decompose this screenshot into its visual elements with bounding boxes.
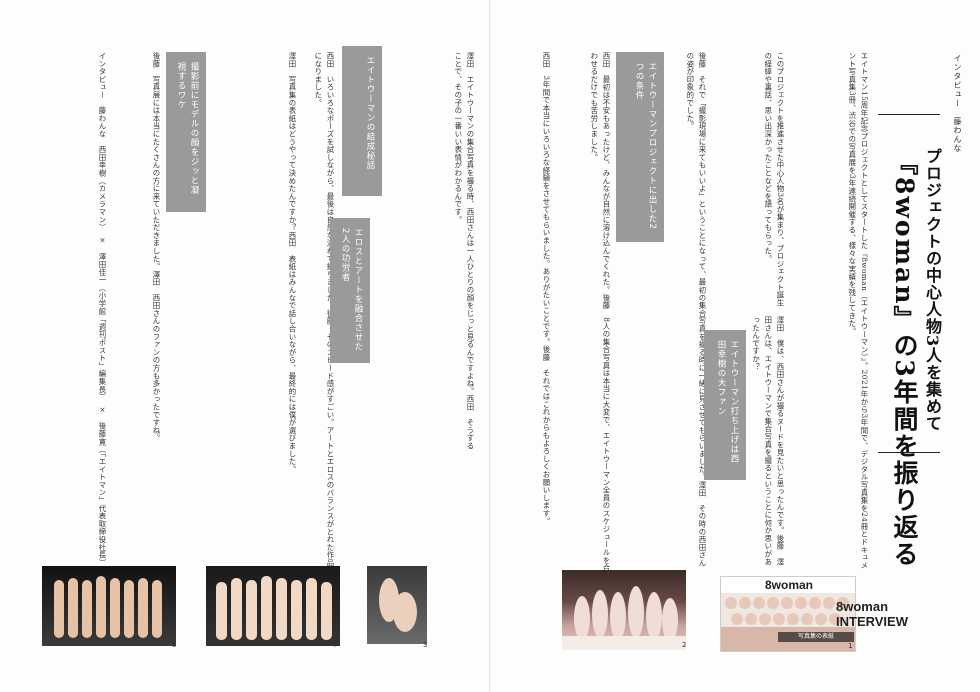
brand-mark: 8woman INTERVIEW [836,599,908,629]
section-heading-box: エロスとアートを融合させた2人の功労者 [330,218,370,363]
section-heading-box: エイトウーマン打ち上げは西田幸樹の大ファン [704,330,746,480]
cover-caption: 写真集の表紙 [778,632,854,642]
photo-group-3 [367,566,427,644]
text-column: インタビュー 藤わんな 西田幸樹（カメラマン） × 澤田佳一（小学館「週刊ポスト… [98,52,107,567]
photo-number: 2 [682,641,687,649]
headline-title: 『8woman』の3年間を振り返る [890,150,919,568]
text-column: エイトマン15周年記念プロジェクトとしてスタートした『8woman（エイトウーマ… [847,52,869,570]
title-rule-bottom [878,452,940,453]
interview-label: インタビュー 藤わんな [953,54,962,153]
page-gutter [489,0,491,692]
cover-title: 8woman [765,578,814,592]
photo-3-illustration [379,578,417,632]
brand-line-1: 8woman [836,599,889,614]
magazine-spread: インタビュー 藤わんな プロジェクトの中心人物3人を集めて 『8woman』の3… [0,0,980,692]
brand-line-2: INTERVIEW [836,614,908,629]
section-heading-box: 撮影前にモデルの顔をジッと凝視するワケ [166,52,206,212]
text-column: 西田 3年間で本当にいろいろな経験をさせてもらいました。ありがたいことです。後藤… [542,52,551,526]
section-heading-box: エイトウーマンの結成秘話 [342,46,382,196]
photo-number: 1 [848,642,853,650]
photo-5-illustration [54,576,162,638]
photo-2-illustration [562,586,686,650]
section-heading-box: エイトウーマンプロジェクトに出した2つの条件 [616,52,664,242]
text-column: 澤田 エイトウーマンの集合写真を撮る時、西田さんは一人ひとりの顔をじっと見るんで… [453,52,475,450]
photo-4-illustration [216,576,332,640]
photo-number: 4 [332,641,337,649]
photo-number: 5 [172,641,177,649]
text-column: 澤田 写真集の表紙はどうやって決めたんですか？西田 表紙はみんなで話し合いながら… [288,52,297,474]
photo-group-4 [206,566,340,646]
text-column: 西田 最初は不安もあったけど、みんなが自然に溶け込んでくれた。後藤 8人の集合写… [589,52,611,572]
photo-group-2 [562,570,686,650]
headline-subtitle: プロジェクトの中心人物3人を集めて [923,148,942,433]
photo-group-5 [42,566,176,646]
title-rule-top [878,114,940,115]
photo-number: 3 [423,641,428,649]
text-column: このプロジェクトを推進させた中心人物3名が集まり、プロジェクト誕生の経緯や裏話、… [763,52,785,307]
text-column: 後藤 写真展には本当にたくさんの方に来ていただきました。澤田 西田さんのファンの… [152,52,161,442]
